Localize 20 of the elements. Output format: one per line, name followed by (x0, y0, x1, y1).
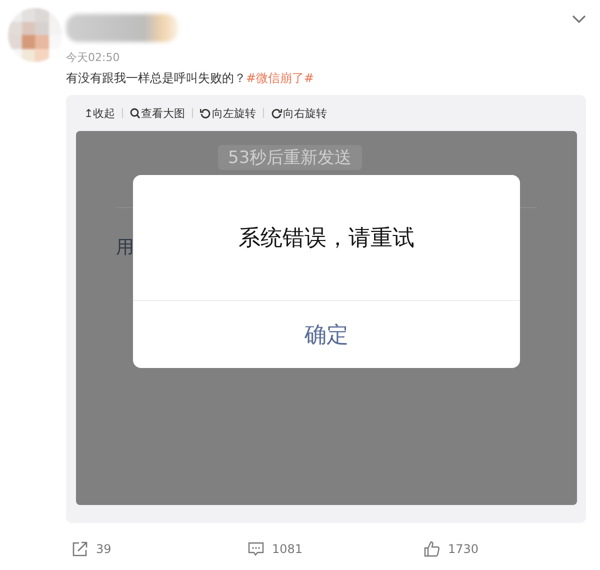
confirm-label: 确定 (304, 322, 348, 350)
comment-icon[interactable] (248, 542, 264, 556)
search-icon (130, 108, 140, 118)
chevron-down-icon[interactable] (572, 15, 586, 24)
post-time: 今天02:50 (66, 50, 121, 65)
rotate-left-icon (200, 108, 212, 118)
toolbar-link[interactable]: ↥收起 (84, 106, 116, 120)
action-count: 1730 (448, 542, 479, 556)
background-text: 用 (116, 236, 134, 259)
action-count: 1081 (272, 542, 303, 556)
post-text: 有没有跟我一样总是呼叫失败的？ (66, 71, 246, 85)
error-message: 系统错误，请重试 (238, 224, 414, 252)
share-icon[interactable] (72, 541, 88, 557)
rotate-right-icon (271, 108, 282, 118)
toolbar-link[interactable]: 查看大图 (130, 106, 186, 120)
toolbar-link[interactable]: 向右旋转 (271, 106, 328, 120)
toolbar-link[interactable]: 向左旋转 (200, 106, 256, 120)
action-count: 39 (96, 542, 112, 556)
avatar-icon[interactable] (8, 8, 62, 62)
thumbs-up-icon[interactable] (424, 541, 440, 557)
